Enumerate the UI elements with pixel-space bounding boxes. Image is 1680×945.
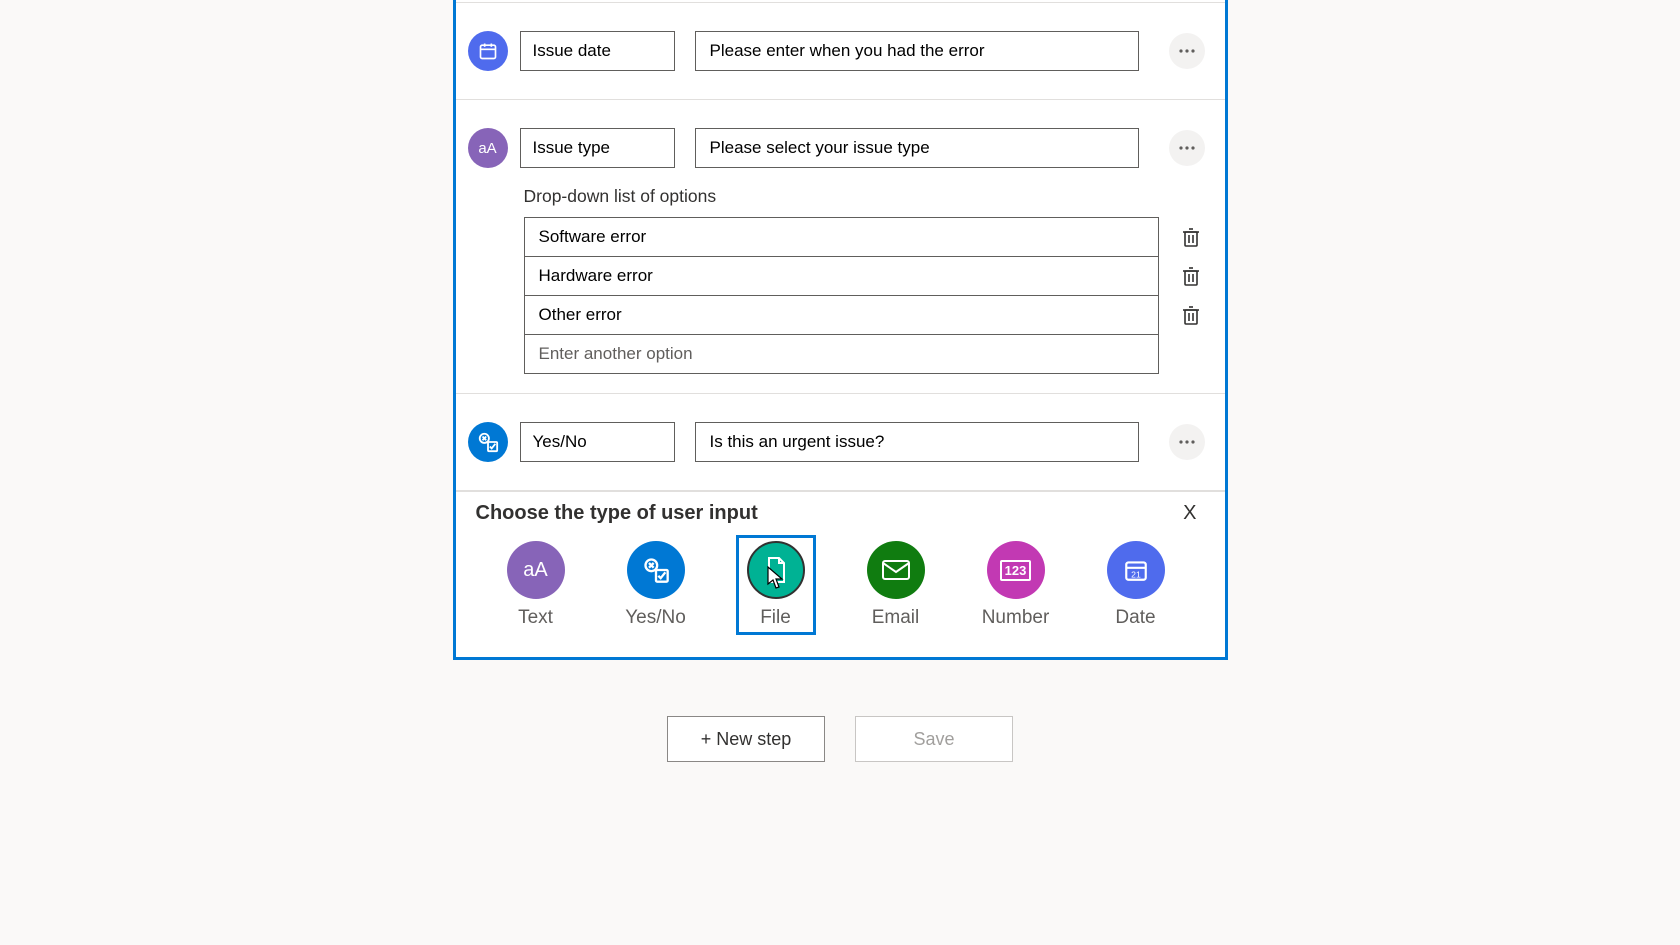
dropdown-option-add-input[interactable] — [524, 334, 1159, 374]
input-name-dropdown[interactable] — [520, 128, 675, 168]
svg-text:21: 21 — [1131, 570, 1141, 580]
dropdown-option-input[interactable] — [524, 256, 1159, 296]
more-button-dropdown[interactable] — [1169, 130, 1205, 166]
dropdown-option-input[interactable] — [524, 217, 1159, 257]
input-type-number[interactable]: 123 Number — [976, 535, 1056, 635]
yesno-icon — [627, 541, 685, 599]
save-button[interactable]: Save — [855, 716, 1013, 762]
input-type-date[interactable]: 21 Date — [1096, 535, 1176, 635]
footer-actions: + New step Save — [667, 716, 1013, 762]
input-type-label: File — [760, 607, 791, 629]
text-icon: aA — [468, 128, 508, 168]
file-icon — [747, 541, 805, 599]
input-type-label: Number — [982, 607, 1050, 629]
number-icon: 123 — [987, 541, 1045, 599]
calendar-icon — [468, 31, 508, 71]
trash-icon[interactable] — [1177, 301, 1205, 329]
input-prompt-yesno[interactable] — [695, 422, 1139, 462]
flow-trigger-card: aA Drop-down list of options — [453, 0, 1228, 660]
input-type-label: Email — [872, 607, 920, 629]
calendar-icon: 21 — [1107, 541, 1165, 599]
input-name-date[interactable] — [520, 31, 675, 71]
input-prompt-date[interactable] — [695, 31, 1139, 71]
trash-icon[interactable] — [1177, 223, 1205, 251]
dropdown-options-label: Drop-down list of options — [524, 186, 1205, 207]
input-section-date — [456, 2, 1225, 100]
input-type-email[interactable]: Email — [856, 535, 936, 635]
input-name-yesno[interactable] — [520, 422, 675, 462]
text-icon: aA — [507, 541, 565, 599]
input-section-yesno — [456, 394, 1225, 491]
input-prompt-dropdown[interactable] — [695, 128, 1139, 168]
input-type-text[interactable]: aA Text — [496, 535, 576, 635]
input-type-file[interactable]: File — [736, 535, 816, 635]
input-type-label: Date — [1115, 607, 1155, 629]
input-type-chooser: Choose the type of user input X aA Text … — [456, 491, 1225, 657]
input-type-label: Text — [518, 607, 553, 629]
dropdown-option-input[interactable] — [524, 295, 1159, 335]
trash-icon[interactable] — [1177, 262, 1205, 290]
more-button-date[interactable] — [1169, 33, 1205, 69]
close-icon[interactable]: X — [1175, 502, 1204, 525]
more-button-yesno[interactable] — [1169, 424, 1205, 460]
yesno-icon — [468, 422, 508, 462]
email-icon — [867, 541, 925, 599]
new-step-button[interactable]: + New step — [667, 716, 825, 762]
input-section-dropdown: aA Drop-down list of options — [456, 100, 1225, 394]
input-type-yesno[interactable]: Yes/No — [616, 535, 696, 635]
input-type-label: Yes/No — [625, 607, 686, 629]
chooser-heading: Choose the type of user input — [476, 502, 758, 525]
